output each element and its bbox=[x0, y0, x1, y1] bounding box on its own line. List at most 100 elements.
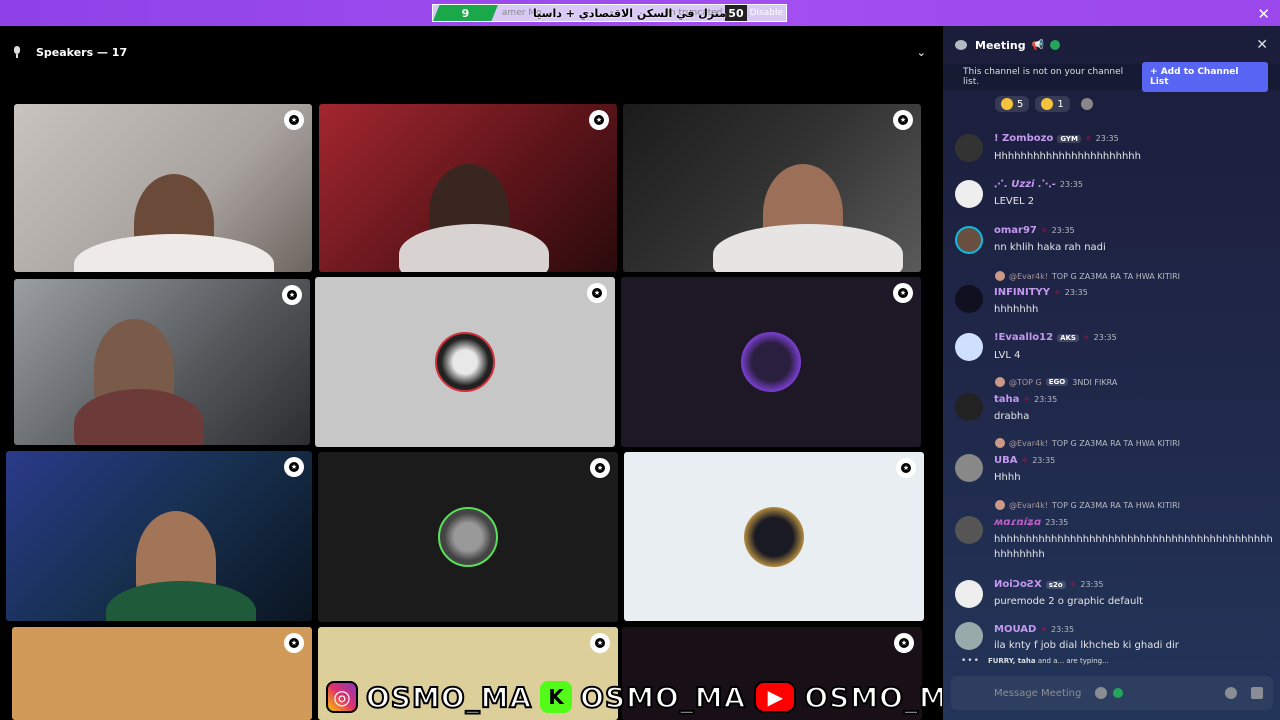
speaker-tile[interactable] bbox=[318, 452, 618, 622]
status-dot-icon bbox=[1113, 688, 1124, 698]
chat-bubble-icon bbox=[955, 40, 967, 50]
avatar[interactable] bbox=[955, 622, 983, 650]
avatar[interactable] bbox=[955, 134, 983, 162]
role-badge: AKS bbox=[1057, 333, 1079, 342]
speaker-tile[interactable] bbox=[319, 104, 617, 272]
reply-avatar bbox=[995, 438, 1005, 448]
decoration-icon: ✧ bbox=[1082, 333, 1090, 342]
timestamp: 23:35 bbox=[1059, 180, 1083, 189]
avatar[interactable] bbox=[955, 580, 983, 608]
message-text: ila knty f job dial lkhcheb ki ghadi dir bbox=[994, 640, 1179, 651]
timestamp: 23:35 bbox=[1051, 625, 1075, 634]
speakers-title: Speakers — 17 bbox=[36, 45, 128, 59]
timestamp: 23:35 bbox=[1032, 456, 1056, 465]
moderator-badge-icon bbox=[893, 283, 913, 303]
speaker-tile[interactable] bbox=[315, 277, 615, 447]
instagram-handle: OSMO_MA bbox=[365, 680, 533, 715]
decoration-icon: ✧ bbox=[1021, 456, 1029, 465]
stream-watermark: ◎ OSMO_MA K OSMO_MA ▶ OSMO_MA bbox=[326, 676, 976, 718]
emoji-icon[interactable] bbox=[1225, 687, 1237, 699]
timestamp: 23:35 bbox=[1080, 580, 1104, 589]
add-reaction-button[interactable] bbox=[1076, 96, 1098, 112]
reply-preview[interactable]: @Evar4k! TOP G ZA3MA RA TA HWA KITIRI bbox=[995, 438, 1180, 448]
reply-preview[interactable]: @TOP G EGO 3NDI FIKRA bbox=[995, 377, 1117, 387]
reaction-chip[interactable]: 5 bbox=[995, 96, 1030, 112]
username[interactable]: ! Zombozo bbox=[994, 133, 1053, 144]
moderator-badge-icon bbox=[589, 110, 609, 130]
avatar[interactable] bbox=[955, 226, 983, 254]
kick-icon: K bbox=[540, 681, 573, 713]
reply-preview[interactable]: @Evar4k! TOP G ZA3MA RA TA HWA KITIRI bbox=[995, 500, 1180, 510]
timestamp: 23:35 bbox=[1064, 288, 1088, 297]
speaker-avatar bbox=[744, 506, 804, 567]
speaker-video-body bbox=[74, 389, 204, 445]
username[interactable]: INFINITYY bbox=[994, 287, 1050, 298]
speaker-tile[interactable] bbox=[14, 279, 310, 445]
speaker-video-body bbox=[713, 224, 903, 272]
moderator-badge-icon bbox=[284, 633, 304, 653]
timestamp: 23:35 bbox=[1093, 333, 1117, 342]
avatar[interactable] bbox=[955, 516, 983, 544]
avatar[interactable] bbox=[955, 454, 983, 482]
reply-avatar bbox=[995, 377, 1005, 387]
username[interactable]: UBA bbox=[994, 455, 1017, 466]
status-dot-icon bbox=[1050, 40, 1061, 50]
decoration-icon: ✧ bbox=[1054, 288, 1061, 297]
speaker-tile[interactable] bbox=[621, 277, 921, 447]
notice-text: This channel is not on your channel list… bbox=[963, 67, 1124, 87]
decoration-icon: ✧ bbox=[1069, 580, 1077, 589]
reply-avatar bbox=[995, 500, 1005, 510]
username[interactable]: taha bbox=[994, 394, 1019, 405]
speaker-video-body bbox=[399, 224, 549, 272]
username[interactable]: !Evaallo12 bbox=[994, 332, 1053, 343]
speaker-tile[interactable] bbox=[624, 452, 924, 621]
moderator-badge-icon bbox=[893, 110, 913, 130]
message-input[interactable]: Message Meeting bbox=[951, 676, 1273, 710]
username[interactable]: ИoiƆoƧX bbox=[994, 579, 1042, 590]
moderator-badge-icon bbox=[590, 633, 610, 653]
chat-panel: Meeting 📢 ✕ This channel is not on your … bbox=[942, 26, 1280, 720]
message-text: LVL 4 bbox=[994, 350, 1021, 361]
top-banner: 9 amer Mo en truncated. منزل في السكن ال… bbox=[0, 0, 1280, 26]
message-text: puremode 2 o graphic default bbox=[994, 596, 1144, 607]
add-to-channel-list-button[interactable]: + Add to Channel List bbox=[1142, 62, 1268, 92]
chevron-down-icon[interactable]: ⌄ bbox=[917, 46, 926, 59]
speaker-tile[interactable] bbox=[12, 627, 312, 720]
reply-preview[interactable]: @Evar4k! TOP G ZA3MA RA TA HWA KITIRI bbox=[995, 271, 1180, 281]
typing-indicator: ••• FURRY, taha and a... are typing... bbox=[961, 656, 1109, 666]
instagram-icon: ◎ bbox=[326, 681, 358, 713]
avatar[interactable] bbox=[955, 285, 983, 313]
speaker-video-body bbox=[74, 234, 274, 272]
speaker-avatar bbox=[435, 332, 495, 392]
youtube-icon: ▶ bbox=[754, 681, 797, 713]
role-badge: GYM bbox=[1057, 134, 1081, 143]
reaction-chip[interactable]: 1 bbox=[1035, 96, 1070, 112]
ticker-level: 9 bbox=[433, 5, 498, 21]
timestamp: 23:35 bbox=[1095, 134, 1119, 143]
speaker-avatar bbox=[741, 332, 801, 392]
gif-icon[interactable] bbox=[1251, 687, 1263, 699]
avatar[interactable] bbox=[955, 180, 983, 208]
close-icon[interactable]: ✕ bbox=[1257, 5, 1270, 23]
timestamp: 23:35 bbox=[1045, 518, 1069, 527]
speaker-tile[interactable] bbox=[14, 104, 312, 272]
message-text: Hhhh bbox=[994, 472, 1021, 483]
close-chat-icon[interactable]: ✕ bbox=[1256, 37, 1268, 53]
moderator-badge-icon bbox=[590, 458, 610, 478]
message-text: nn khlih haka rah nadi bbox=[994, 242, 1106, 253]
speaker-tile[interactable] bbox=[6, 451, 312, 621]
username[interactable]: MOUAD bbox=[994, 624, 1036, 635]
username[interactable]: ʍɑɾռíʑɑ bbox=[994, 517, 1041, 528]
ticker-disable[interactable]: Disable bbox=[747, 8, 786, 18]
reactions-row: 5 1 bbox=[943, 90, 1280, 112]
avatar[interactable] bbox=[955, 333, 983, 361]
channel-notice: This channel is not on your channel list… bbox=[943, 62, 1280, 92]
microphone-icon bbox=[12, 46, 22, 58]
avatar[interactable] bbox=[955, 393, 983, 421]
speakers-header[interactable]: Speakers — 17 ⌄ bbox=[12, 44, 926, 60]
timestamp: 23:35 bbox=[1034, 395, 1058, 404]
speaker-tile[interactable] bbox=[623, 104, 921, 272]
username[interactable]: ⋰. Uzzi .⋱- bbox=[994, 179, 1056, 190]
speaker-avatar bbox=[438, 507, 498, 567]
username[interactable]: omar97 bbox=[994, 225, 1037, 236]
